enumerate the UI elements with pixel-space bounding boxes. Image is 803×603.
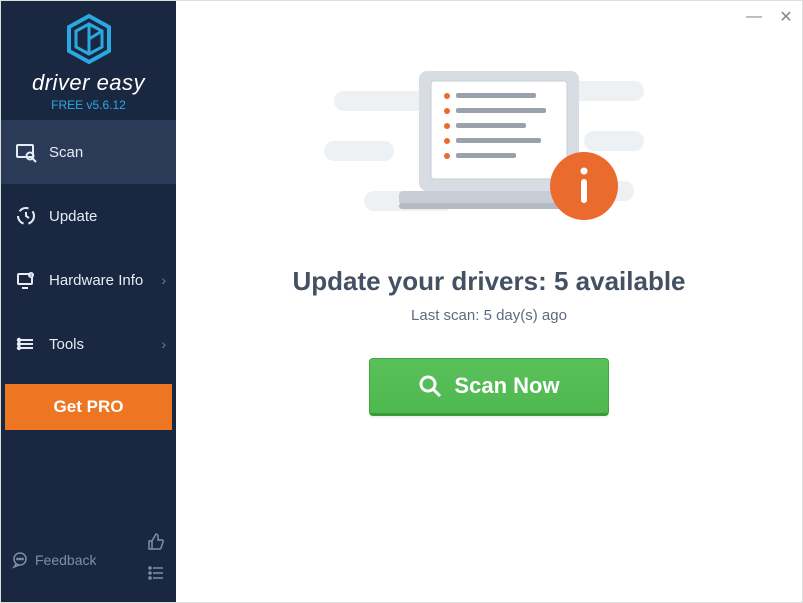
scan-button-label: Scan Now: [454, 373, 559, 399]
close-button[interactable]: ✕: [776, 7, 796, 27]
update-icon: [15, 205, 37, 227]
feedback-button[interactable]: Feedback: [11, 551, 96, 569]
sidebar-footer: Feedback: [1, 522, 176, 602]
last-scan-text: Last scan: 5 day(s) ago: [411, 307, 567, 324]
sidebar-item-label: Update: [49, 208, 97, 225]
app-window: — ✕ driver easy FREE v5.6.12: [0, 0, 803, 603]
headline-text: Update your drivers: 5 available: [292, 266, 685, 297]
sidebar-item-scan[interactable]: Scan: [1, 120, 176, 184]
chevron-right-icon: ›: [161, 272, 166, 288]
sidebar-item-hardware-info[interactable]: i Hardware Info ›: [1, 248, 176, 312]
scan-now-button[interactable]: Scan Now: [369, 358, 609, 416]
tools-icon: [15, 333, 37, 355]
brand-name: driver easy: [1, 70, 176, 96]
list-icon[interactable]: [146, 563, 166, 588]
thumbs-up-icon[interactable]: [146, 532, 166, 557]
feedback-label: Feedback: [35, 552, 96, 568]
chat-icon: [11, 551, 29, 569]
minimize-button[interactable]: —: [744, 7, 764, 27]
hardware-icon: i: [15, 269, 37, 291]
brand-block: driver easy FREE v5.6.12: [1, 1, 176, 120]
sidebar: driver easy FREE v5.6.12 Scan: [1, 1, 176, 602]
chevron-right-icon: ›: [161, 336, 166, 352]
sidebar-item-label: Hardware Info: [49, 272, 143, 289]
magnifier-icon: [418, 374, 442, 398]
sidebar-nav: Scan Update i: [1, 120, 176, 376]
sidebar-item-update[interactable]: Update: [1, 184, 176, 248]
sidebar-item-label: Tools: [49, 336, 84, 353]
sidebar-item-label: Scan: [49, 144, 83, 161]
window-controls: — ✕: [744, 7, 796, 27]
brand-logo-icon: [63, 13, 115, 65]
svg-text:i: i: [30, 273, 31, 279]
get-pro-button[interactable]: Get PRO: [5, 384, 172, 430]
brand-version: FREE v5.6.12: [1, 98, 176, 112]
laptop-illustration: [324, 51, 654, 246]
main-pane: Update your drivers: 5 available Last sc…: [176, 1, 802, 602]
scan-icon: [15, 141, 37, 163]
sidebar-item-tools[interactable]: Tools ›: [1, 312, 176, 376]
sidebar-footer-icons: [146, 532, 166, 588]
